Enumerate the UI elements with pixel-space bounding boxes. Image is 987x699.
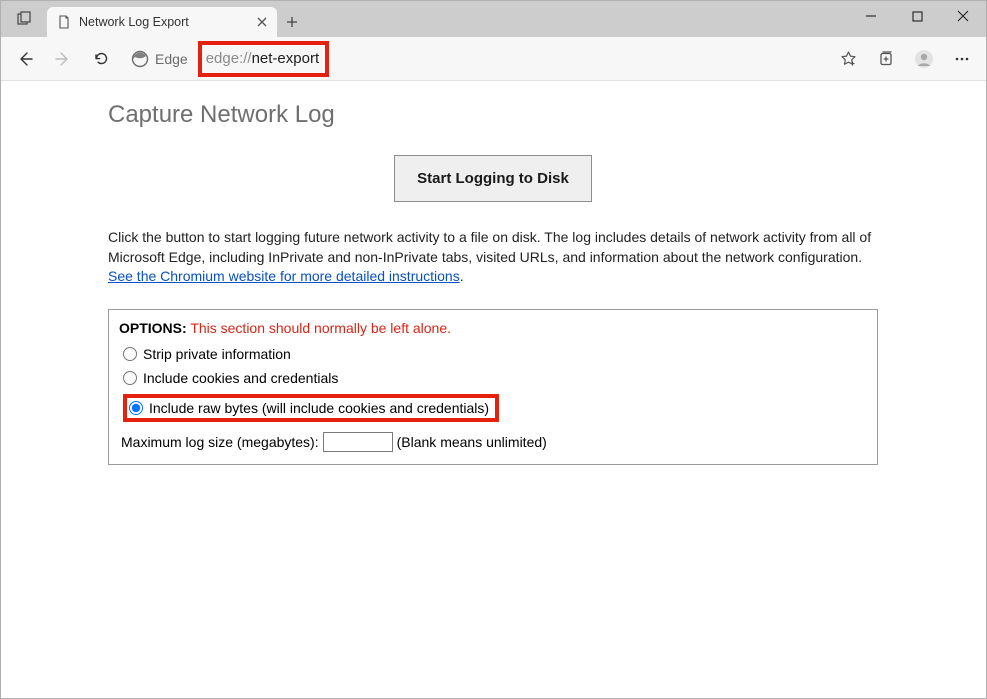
radio-raw-label: Include raw bytes (will include cookies … — [149, 400, 489, 416]
minimize-button[interactable] — [848, 1, 894, 31]
url-path: net-export — [252, 50, 320, 67]
max-log-row: Maximum log size (megabytes): (Blank mea… — [119, 426, 867, 452]
options-heading: OPTIONS: This section should normally be… — [119, 320, 867, 336]
more-menu-button[interactable] — [946, 43, 978, 75]
window-controls — [848, 1, 986, 31]
tab-actions-icon[interactable] — [1, 1, 47, 37]
options-label: OPTIONS: — [119, 320, 187, 336]
options-warning: This section should normally be left alo… — [190, 320, 451, 336]
radio-cookies-row[interactable]: Include cookies and credentials — [119, 366, 867, 390]
radio-raw-highlight: Include raw bytes (will include cookies … — [123, 394, 499, 422]
window-titlebar: Network Log Export — [1, 1, 986, 37]
profile-button[interactable] — [908, 43, 940, 75]
radio-raw-row[interactable]: Include raw bytes (will include cookies … — [119, 390, 867, 426]
radio-strip-label: Strip private information — [143, 346, 291, 362]
instructions-link[interactable]: See the Chromium website for more detail… — [108, 268, 460, 284]
collections-button[interactable] — [870, 43, 902, 75]
page-title: Capture Network Log — [108, 101, 878, 129]
browser-toolbar: Edge edge://net-export — [1, 37, 986, 81]
description-part1: Click the button to start logging future… — [108, 229, 871, 265]
max-log-input[interactable] — [323, 432, 393, 452]
edge-label: Edge — [155, 51, 188, 67]
radio-raw[interactable] — [129, 401, 143, 415]
back-button[interactable] — [9, 43, 41, 75]
page-content: Capture Network Log Start Logging to Dis… — [1, 81, 986, 465]
address-bar[interactable]: edge://net-export — [198, 43, 826, 75]
maximize-button[interactable] — [894, 1, 940, 31]
radio-cookies[interactable] — [123, 371, 137, 385]
close-tab-icon[interactable] — [255, 15, 269, 29]
tab-title: Network Log Export — [79, 15, 247, 29]
url-highlight: edge://net-export — [198, 41, 329, 77]
favorite-button[interactable] — [832, 43, 864, 75]
edge-logo-icon — [131, 50, 149, 68]
document-icon — [57, 15, 71, 29]
edge-badge: Edge — [123, 50, 192, 68]
close-window-button[interactable] — [940, 1, 986, 31]
forward-button[interactable] — [47, 43, 79, 75]
radio-strip-row[interactable]: Strip private information — [119, 342, 867, 366]
description-end: . — [460, 268, 464, 284]
max-log-hint: (Blank means unlimited) — [397, 434, 547, 450]
max-log-label: Maximum log size (megabytes): — [121, 434, 319, 450]
url-scheme: edge:// — [206, 50, 252, 67]
new-tab-button[interactable] — [277, 7, 307, 37]
start-logging-button[interactable]: Start Logging to Disk — [394, 155, 592, 202]
description-text: Click the button to start logging future… — [108, 228, 878, 287]
refresh-button[interactable] — [85, 43, 117, 75]
options-box: OPTIONS: This section should normally be… — [108, 309, 878, 465]
browser-tab[interactable]: Network Log Export — [47, 7, 277, 37]
radio-cookies-label: Include cookies and credentials — [143, 370, 338, 386]
radio-strip[interactable] — [123, 347, 137, 361]
